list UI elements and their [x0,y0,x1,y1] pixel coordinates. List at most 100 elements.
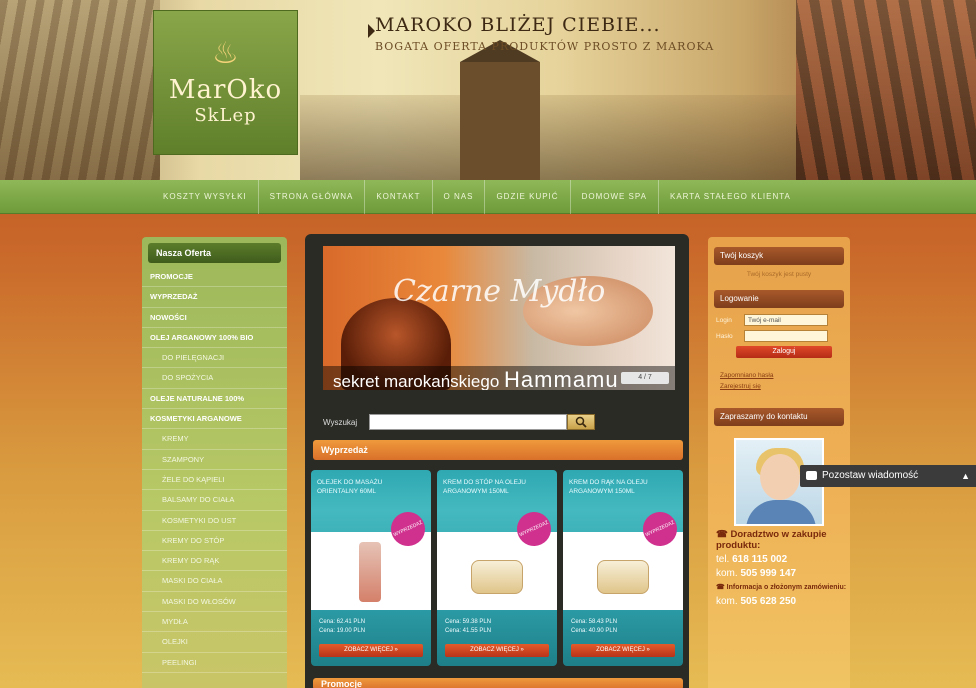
password-row: Hasło [716,330,842,342]
password-label: Hasło [716,332,733,340]
forgot-password-link[interactable]: Zapomniano hasła [720,372,850,379]
cart-title: Twój koszyk [714,247,844,265]
header-bazaar-photo [0,0,160,180]
see-more-button[interactable]: ZOBACZ WIĘCEJ » [319,644,423,657]
product-jar-image [597,560,649,594]
product-grid: OLEJEK DO MASAŻU ORIENTALNY 60ML WYPRZEDA… [311,470,685,670]
product-card[interactable]: KREM DO RĄK NA OLEJU ARGANOWYM 150ML WYPR… [563,470,683,666]
search-input[interactable] [369,414,567,430]
category-item[interactable]: PROMOCJE [142,267,287,288]
phone-tel[interactable]: tel. 618 115 002 [716,554,850,565]
price-new: Cena: 40.90 PLN [571,628,618,634]
category-item[interactable]: KREMY DO RĄK [142,551,287,572]
category-item[interactable]: KOSMETYKI DO UST [142,511,287,531]
kom2-label: kom. [716,596,738,607]
main-nav: KOSZTY WYSYŁKI STRONA GŁÓWNA KONTAKT O N… [0,179,976,214]
site-header: ♨ MarOko SkLep MAROKO BLIŻEJ CIEBIE... B… [0,0,976,180]
product-name[interactable]: OLEJEK DO MASAŻU ORIENTALNY 60ML [317,478,417,496]
category-item[interactable]: DO SPOŻYCIA [142,368,287,389]
offer-title: Nasza Oferta [148,243,281,263]
main-content: Czarne Mydło sekret marokańskiego Hammam… [305,234,689,688]
search-icon [575,416,587,428]
chat-bubble-icon [806,471,817,480]
tel-label: tel. [716,554,730,565]
contact-title: Zapraszamy do kontaktu [714,408,844,426]
see-more-button[interactable]: ZOBACZ WIĘCEJ » [571,644,675,657]
category-item[interactable]: KREMY [142,429,287,450]
site-logo[interactable]: ♨ MarOko SkLep [153,10,298,155]
banner-pager[interactable]: 4 / 7 [621,372,669,384]
advice-label: ☎ Doradztwo w zakupie produktu: [716,529,827,551]
tagline-arrow-icon [368,24,375,38]
nav-about[interactable]: O NAS [433,179,486,214]
nav-contact[interactable]: KONTAKT [365,179,433,214]
see-more-button[interactable]: ZOBACZ WIĘCEJ » [445,644,549,657]
category-menu: PROMOCJE WYPRZEDAŻ NOWOŚCI OLEJ ARGANOWY 10… [142,267,287,673]
search-button[interactable] [567,414,595,430]
category-item[interactable]: OLEJ ARGANOWY 100% BIO [142,328,287,349]
product-prices: Cena: 59.38 PLN Cena: 41.55 PLN [445,618,491,636]
header-carpets-photo [796,0,976,180]
product-card[interactable]: OLEJEK DO MASAŻU ORIENTALNY 60ML WYPRZEDA… [311,470,431,666]
register-link[interactable]: Zarejestruj się [720,383,850,390]
banner-caption-big: Hammamu [504,367,619,390]
login-button[interactable]: Zaloguj [736,346,832,358]
category-item[interactable]: MYDŁA [142,612,287,633]
category-item[interactable]: MASKI DO WŁOSÓW [142,592,287,613]
login-title: Logowanie [714,290,844,308]
product-bottle-image [359,542,381,602]
tagline: MAROKO BLIŻEJ CIEBIE... BOGATA OFERTA PR… [375,14,714,53]
category-item[interactable]: KOSMETYKI ARGANOWE [142,409,287,430]
phone-mobile-orders[interactable]: kom. 505 628 250 [716,596,850,607]
kom-label: kom. [716,568,738,579]
category-item[interactable]: KREMY DO STÓP [142,531,287,552]
price-old: Cena: 59.38 PLN [445,619,492,625]
chat-label: Pozostaw wiadomość [822,470,919,481]
tagline-subtitle: BOGATA OFERTA PRODUKTÓW PROSTO Z MAROKA [375,40,715,53]
price-new: Cena: 41.55 PLN [445,628,492,634]
product-card[interactable]: KREM DO STÓP NA OLEJU ARGANOWYM 150ML WYP… [437,470,557,666]
kom-number: 505 999 147 [740,568,797,579]
search-label: Wyszukaj [323,417,358,427]
nav-loyalty-card[interactable]: KARTA STAŁEGO KLIENTA [659,180,802,214]
avatar-head [760,454,800,500]
phone-mobile[interactable]: kom. 505 999 147 [716,568,850,579]
search-bar: Wyszukaj [323,412,675,432]
header-town-photo [300,95,800,180]
promo-section-title: Promocje [313,678,683,688]
sale-section-title: Wyprzedaż [313,440,683,460]
category-item[interactable]: BALSAMY DO CIAŁA [142,490,287,511]
product-prices: Cena: 62.41 PLN Cena: 19.00 PLN [319,618,365,636]
logo-text-sklep: SkLep [194,105,257,126]
category-item[interactable]: OLEJKI [142,632,287,653]
category-item[interactable]: MASKI DO CIAŁA [142,571,287,592]
category-item[interactable]: ŻELE DO KĄPIELI [142,470,287,491]
category-item[interactable]: NOWOŚCI [142,308,287,328]
category-item[interactable]: PEELINGI [142,653,287,673]
login-label: Login [716,316,732,324]
cart-empty-text: Twój koszyk jest pusty [746,271,812,278]
price-old: Cena: 62.41 PLN [319,619,366,625]
password-input[interactable] [744,330,828,342]
category-item[interactable]: DO PIELĘGNACJI [142,348,287,369]
product-prices: Cena: 58.43 PLN Cena: 40.90 PLN [571,618,617,636]
nav-home-spa[interactable]: DOMOWE SPA [571,179,659,214]
product-name[interactable]: KREM DO STÓP NA OLEJU ARGANOWYM 150ML [443,478,543,496]
chevron-up-icon[interactable]: ▲ [961,465,970,487]
nav-where-to-buy[interactable]: GDZIE KUPIĆ [485,179,571,214]
login-email-input[interactable]: Twój e-mail [744,314,828,326]
login-row: Login Twój e-mail [716,314,842,326]
category-item[interactable]: WYPRZEDAŻ [142,287,287,308]
banner-caption-small: sekret marokańskiego [333,372,500,390]
logo-emblem-icon: ♨ [212,36,239,71]
left-sidebar: Nasza Oferta PROMOCJE WYPRZEDAŻ NOWOŚCI OLE… [142,237,287,688]
category-item[interactable]: OLEJE NATURALNE 100% [142,389,287,410]
promo-banner[interactable]: Czarne Mydło sekret marokańskiego Hammam… [323,246,675,390]
product-jar-image [471,560,523,594]
avatar-body [746,500,816,524]
nav-home[interactable]: STRONA GŁÓWNA [259,179,366,214]
nav-shipping[interactable]: KOSZTY WYSYŁKI [152,179,259,214]
category-item[interactable]: SZAMPONY [142,450,287,470]
product-name[interactable]: KREM DO RĄK NA OLEJU ARGANOWYM 150ML [569,478,669,496]
chat-widget[interactable]: Pozostaw wiadomość ▲ [800,465,976,487]
